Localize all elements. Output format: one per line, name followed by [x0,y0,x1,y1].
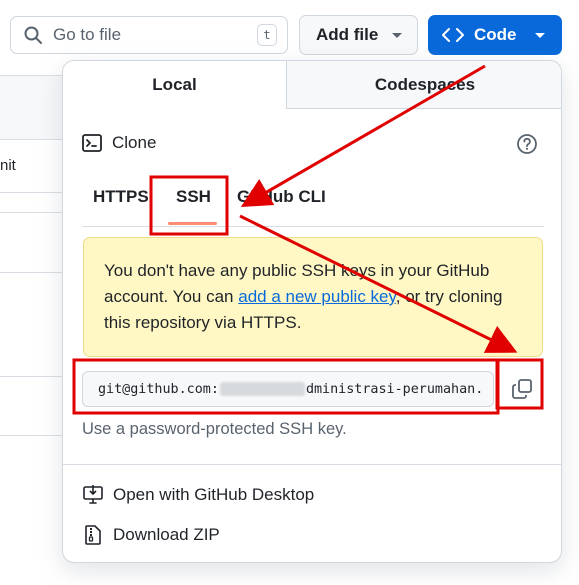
redacted-username [219,382,305,396]
search-icon [24,26,42,44]
open-desktop-label: Open with GitHub Desktop [113,485,315,504]
commit-text-fragment: nit [0,157,16,174]
copy-url-button[interactable] [503,370,541,408]
code-button[interactable]: Code [428,15,562,55]
go-to-file-search[interactable]: Go to file t [10,16,288,54]
file-zip-icon [85,525,101,545]
dropdown-tabs: Local Codespaces [63,61,561,109]
add-file-button[interactable]: Add file [299,15,418,55]
add-public-key-link[interactable]: add a new public key [238,287,396,306]
search-placeholder: Go to file [53,25,122,44]
clone-url-prefix: git@github.com: [98,381,219,397]
terminal-icon [82,134,102,152]
code-icon [442,28,464,42]
copy-icon [512,379,532,399]
file-row-divider [0,376,70,377]
clone-dropdown-panel: Local Codespaces Clone HTTPS SSH GitHub … [62,60,562,563]
ssh-key-warning: You don't have any public SSH keys in yo… [83,237,543,357]
file-row-divider [0,435,70,436]
file-row-divider [0,192,70,193]
chevron-down-icon [534,32,545,38]
clone-url-suffix: dministrasi-perumahan. [305,381,484,397]
tab-local[interactable]: Local [63,61,286,109]
protocol-tabs: HTTPS SSH GitHub CLI [82,179,544,227]
clone-title: Clone [112,133,157,152]
chevron-down-icon [392,32,403,38]
open-github-desktop-item[interactable]: Open with GitHub Desktop [82,484,314,506]
clone-url-input[interactable]: git@github.com: dministrasi-perumahan. [82,371,494,407]
file-row-divider [0,212,70,213]
file-row-divider [0,272,70,273]
file-list-header [0,75,70,140]
code-button-label: Code [474,25,517,44]
download-zip-item[interactable]: Download ZIP [82,524,220,546]
question-icon[interactable] [516,133,538,155]
desktop-download-icon [83,485,103,504]
clone-heading: Clone [82,133,156,153]
tab-ssh[interactable]: SSH [176,187,211,207]
tab-codespaces[interactable]: Codespaces [286,61,561,109]
add-file-label: Add file [316,25,379,44]
keyboard-shortcut-badge: t [257,24,277,46]
divider [63,464,561,465]
selected-tab-underline [168,222,217,225]
ssh-hint: Use a password-protected SSH key. [82,420,347,438]
download-zip-label: Download ZIP [113,525,220,544]
tab-github-cli[interactable]: GitHub CLI [237,187,326,207]
tab-https[interactable]: HTTPS [93,187,149,207]
